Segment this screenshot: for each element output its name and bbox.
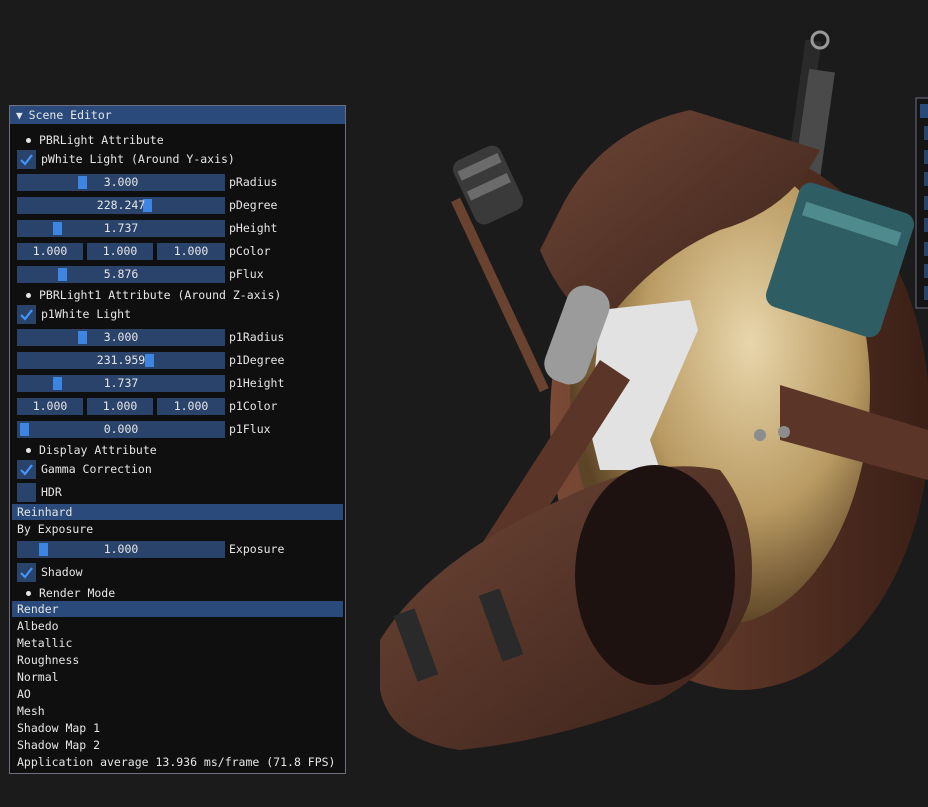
render-item-mesh[interactable]: Mesh [17,703,45,719]
pbrlight-section: PBRLight Attribute [10,130,345,150]
pheight-label: pHeight [229,221,278,235]
render-item-shadow-map-2[interactable]: Shadow Map 2 [17,737,100,753]
p1height-label: p1Height [229,376,285,390]
pheight-slider[interactable]: 1.737 [17,220,225,237]
p1radius-slider[interactable]: 3.000 [17,329,225,346]
render-item-albedo[interactable]: Albedo [17,618,59,634]
bullet-icon [26,447,31,453]
p1flux-label: p1Flux [229,422,271,436]
checkbox-box[interactable] [17,482,36,502]
pbrlight1-section: PBRLight1 Attribute (Around Z-axis) [10,285,345,305]
checkbox-box[interactable] [17,562,36,582]
p1white-light-label: p1White Light [41,307,132,321]
pdegree-value: 228.247 [96,198,146,212]
pcolor-b-field[interactable]: 1.000 [157,243,225,260]
render-item-shadow-map-1[interactable]: Shadow Map 1 [17,720,100,736]
leather-bag [380,465,752,750]
checkmark-icon [20,153,33,166]
p1flux-value: 0.000 [103,422,139,436]
pflux-slider[interactable]: 5.876 [17,266,225,283]
window-title: Scene Editor [28,108,112,122]
pflux-value: 5.876 [103,267,139,281]
checkbox-box[interactable] [17,304,36,324]
checkbox-box[interactable] [17,459,36,479]
bullet-icon [26,590,31,596]
shadow-checkbox[interactable]: Shadow [10,562,345,582]
render-item-normal[interactable]: Normal [17,669,59,685]
pdegree-label: pDegree [229,198,278,212]
p1color-b-field[interactable]: 1.000 [157,398,225,415]
p1degree-slider[interactable]: 231.959 [17,352,225,369]
render-item-ao[interactable]: AO [17,686,31,702]
exposure-value: 1.000 [103,542,139,556]
bullet-icon [26,292,31,298]
shadow-label: Shadow [41,565,83,579]
checkmark-icon [20,463,33,476]
p1color-label: p1Color [229,399,278,413]
pheight-value: 1.737 [103,221,139,235]
pbrlight1-section-label: PBRLight1 Attribute (Around Z-axis) [39,288,282,302]
reinhard-header[interactable]: Reinhard [12,504,343,520]
display-section: Display Attribute [10,440,345,460]
p1white-light-checkbox[interactable]: p1White Light [10,304,345,324]
exposure-slider[interactable]: 1.000 [17,541,225,558]
bullet-icon [26,137,31,143]
pwhite-light-checkbox[interactable]: pWhite Light (Around Y-axis) [10,149,345,169]
hdr-checkbox[interactable]: HDR [10,482,345,502]
p1degree-value: 231.959 [96,353,146,367]
gamma-correction-label: Gamma Correction [41,462,152,476]
pbrlight-section-label: PBRLight Attribute [39,133,164,147]
pradius-label: pRadius [229,175,278,189]
p1height-value: 1.737 [103,376,139,390]
render-item-roughness[interactable]: Roughness [17,652,79,668]
checkmark-icon [20,308,33,321]
pflux-label: pFlux [229,267,264,281]
hammer-model [451,145,549,393]
display-section-label: Display Attribute [39,443,157,457]
fps-stats: Application average 13.936 ms/frame (71.… [17,755,336,769]
p1radius-value: 3.000 [103,330,139,344]
pcolor-label: pColor [229,244,271,258]
checkmark-icon [20,566,33,579]
render-header[interactable]: Render [12,601,343,617]
p1radius-label: p1Radius [229,330,285,344]
p1color-r-field[interactable]: 1.000 [17,398,83,415]
render-mode-section-label: Render Mode [39,586,116,600]
p1flux-slider[interactable]: 0.000 [17,421,225,438]
p1degree-label: p1Degree [229,353,285,367]
p1height-slider[interactable]: 1.737 [17,375,225,392]
gamma-correction-checkbox[interactable]: Gamma Correction [10,459,345,479]
p1color-g-field[interactable]: 1.000 [87,398,153,415]
by-exposure-label[interactable]: By Exposure [17,521,93,537]
pdegree-slider[interactable]: 228.247 [17,197,225,214]
pradius-slider[interactable]: 3.000 [17,174,225,191]
scene-editor-window[interactable]: ▼ Scene Editor PBRLight Attribute pWhite… [9,105,346,774]
pcolor-g-field[interactable]: 1.000 [87,243,153,260]
pcolor-r-field[interactable]: 1.000 [17,243,83,260]
exposure-label: Exposure [229,542,285,556]
pwhite-light-label: pWhite Light (Around Y-axis) [41,152,235,166]
render-mode-section: Render Mode [10,583,345,603]
render-item-metallic[interactable]: Metallic [17,635,72,651]
pradius-value: 3.000 [103,175,139,189]
checkbox-box[interactable] [17,149,36,169]
window-titlebar[interactable]: ▼ Scene Editor [10,106,345,124]
hdr-label: HDR [41,485,62,499]
triangle-down-icon[interactable]: ▼ [16,109,23,122]
